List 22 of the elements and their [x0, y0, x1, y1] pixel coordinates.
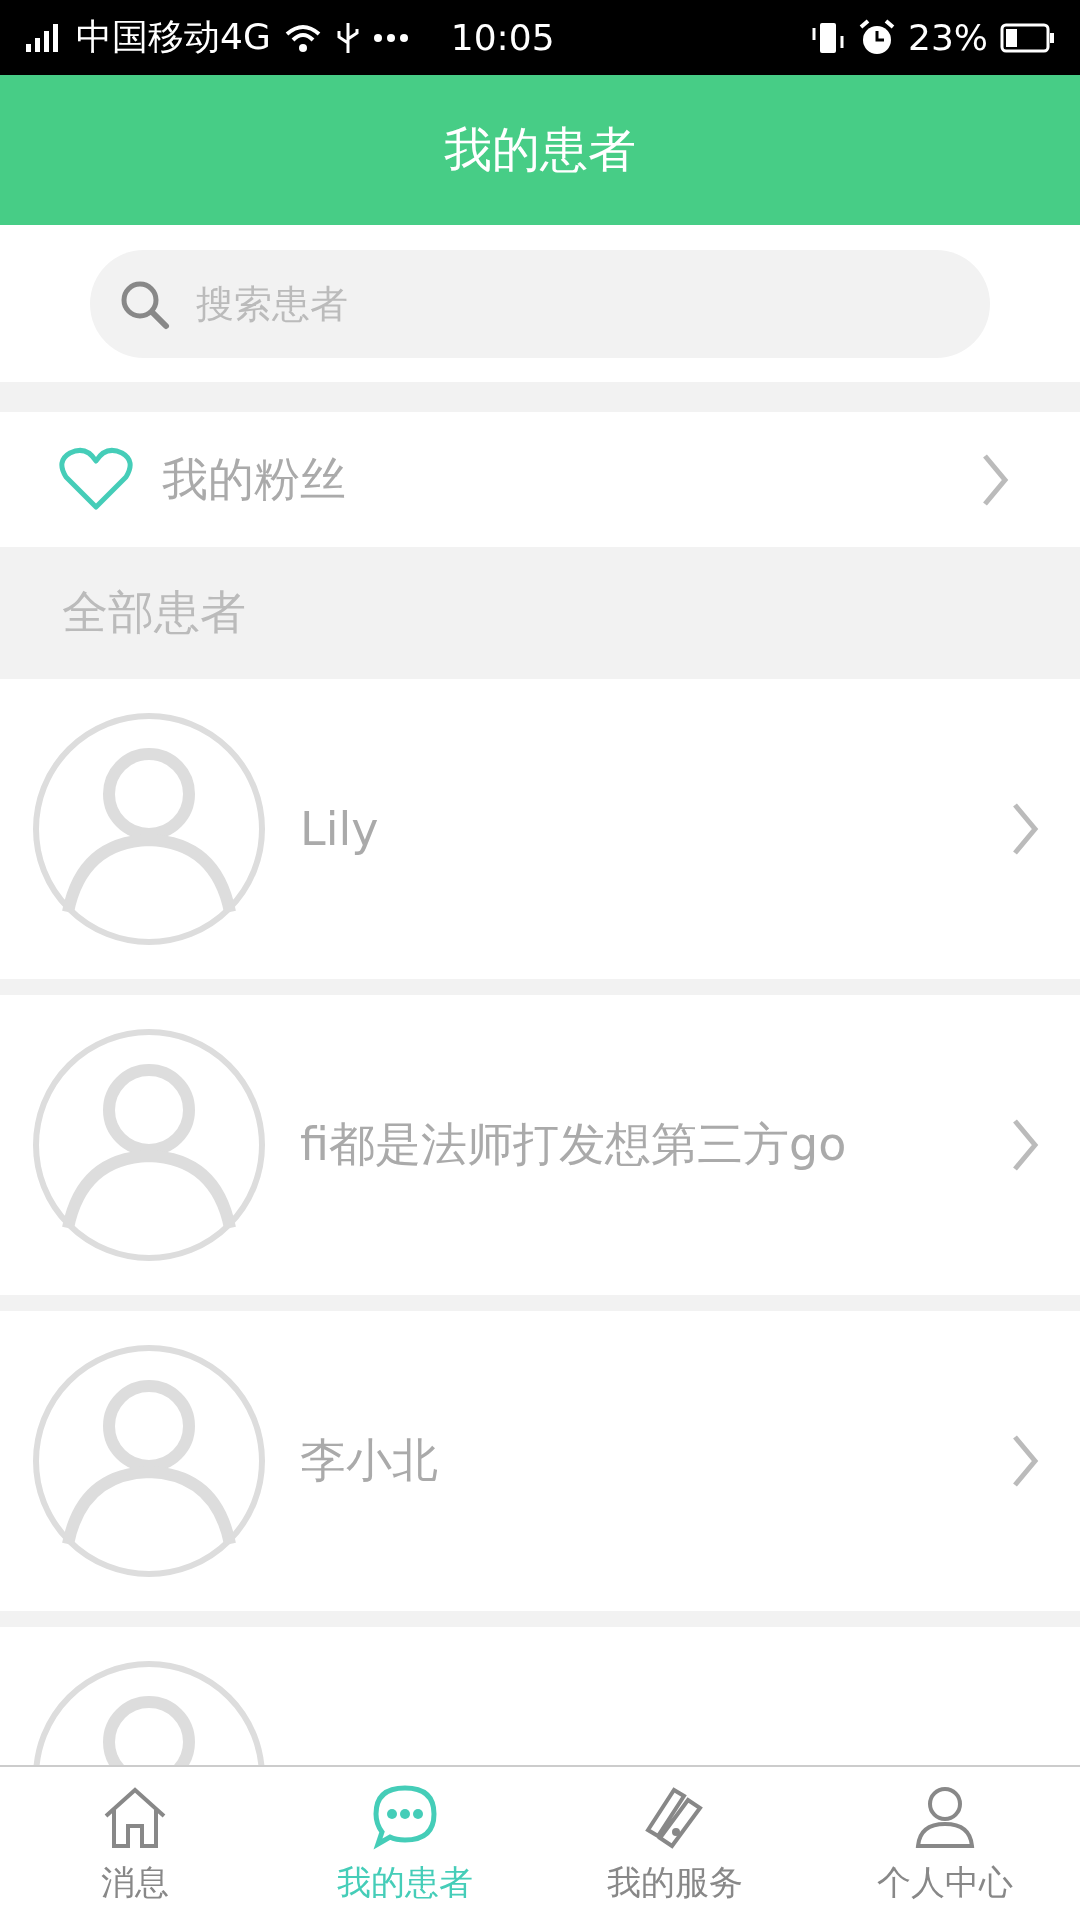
avatar-icon	[32, 1028, 266, 1262]
fans-label: 我的粉丝	[162, 450, 347, 508]
alarm-icon	[858, 18, 896, 57]
patient-row[interactable]: fi都是法师打发想第三方go	[0, 995, 1080, 1295]
avatar-icon	[32, 1344, 266, 1578]
chevron-icon	[1010, 1117, 1040, 1173]
clock-text: 10:05	[450, 17, 555, 58]
patient-name: fi都是法师打发想第三方go	[300, 1116, 848, 1173]
page-title: 我的患者	[444, 120, 636, 179]
more-icon	[372, 32, 409, 43]
patient-row[interactable]: Lily	[0, 679, 1080, 979]
patient-name: Lily	[300, 802, 380, 856]
patient-name: 李小北	[300, 1432, 439, 1489]
chevron-icon	[1010, 1433, 1040, 1489]
battery-icon	[1000, 22, 1056, 53]
chevron-icon	[1010, 801, 1040, 857]
fans-row[interactable]: 我的粉丝	[0, 412, 1080, 547]
carrier-text: 中国移动4G	[76, 15, 271, 59]
avatar-icon	[32, 712, 266, 946]
heart-icon	[58, 446, 134, 513]
battery-text: 23%	[908, 17, 988, 58]
patient-row[interactable]: 李小北	[0, 1311, 1080, 1611]
